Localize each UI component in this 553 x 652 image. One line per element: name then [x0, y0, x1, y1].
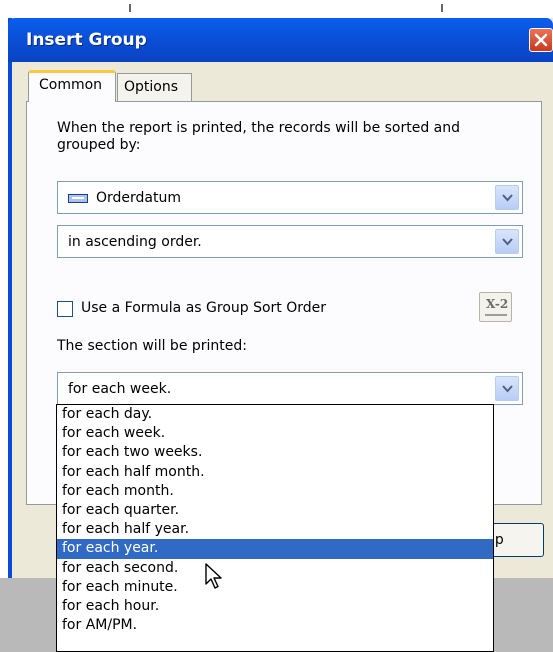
interval-dropdown-list[interactable]: for each day. for each week. for each tw… [56, 404, 494, 652]
dropdown-option[interactable]: for AM/PM. [57, 616, 493, 635]
chevron-down-icon [502, 385, 513, 393]
interval-value: for each week. [68, 381, 172, 397]
dropdown-option[interactable]: for each day. [57, 405, 493, 424]
group-field-value: Orderdatum [96, 190, 182, 206]
dropdown-option[interactable]: for each half month. [57, 463, 493, 482]
description-text: When the report is printed, the records … [57, 120, 461, 153]
formula-checkbox[interactable] [57, 301, 73, 317]
dropdown-option[interactable]: for each quarter. [57, 501, 493, 520]
chevron-down-icon [502, 194, 513, 202]
tab-options-label: Options [124, 79, 179, 95]
formula-checkbox-label[interactable]: Use a Formula as Group Sort Order [81, 300, 326, 316]
tab-options[interactable]: Options [117, 73, 192, 101]
section-printed-label: The section will be printed: [57, 338, 247, 354]
sort-order-select[interactable]: in ascending order. [57, 225, 523, 258]
formula-icon: X-2 [486, 297, 509, 311]
window-title: Insert Group [26, 30, 147, 50]
interval-select[interactable]: for each week. [57, 372, 523, 405]
close-icon [534, 33, 548, 47]
tab-common-label: Common [39, 77, 103, 93]
dropdown-option[interactable]: for each two weeks. [57, 443, 493, 462]
dropdown-option[interactable]: for each week. [57, 424, 493, 443]
mouse-pointer-icon [205, 563, 222, 589]
close-button[interactable] [529, 28, 553, 52]
sort-order-value: in ascending order. [68, 234, 202, 250]
tab-common[interactable]: Common [28, 70, 116, 102]
background-tick [441, 4, 443, 12]
dropdown-button[interactable] [495, 229, 519, 254]
title-bar[interactable]: Insert Group [8, 18, 553, 62]
chevron-down-icon [502, 238, 513, 246]
formula-icon-underline [485, 314, 507, 316]
dropdown-button[interactable] [495, 185, 519, 210]
dropdown-option[interactable]: for each minute. [57, 578, 493, 597]
database-field-icon [68, 194, 88, 203]
background-tick [129, 4, 131, 12]
formula-editor-button[interactable]: X-2 [479, 292, 512, 322]
dropdown-option[interactable]: for each half year. [57, 520, 493, 539]
group-field-select[interactable]: Orderdatum [57, 181, 523, 214]
dropdown-button[interactable] [495, 376, 519, 401]
dropdown-option[interactable]: for each hour. [57, 597, 493, 616]
dropdown-option[interactable]: for each month. [57, 482, 493, 501]
dropdown-option[interactable]: for each second. [57, 559, 493, 578]
dropdown-option-highlighted[interactable]: for each year. [57, 539, 493, 559]
